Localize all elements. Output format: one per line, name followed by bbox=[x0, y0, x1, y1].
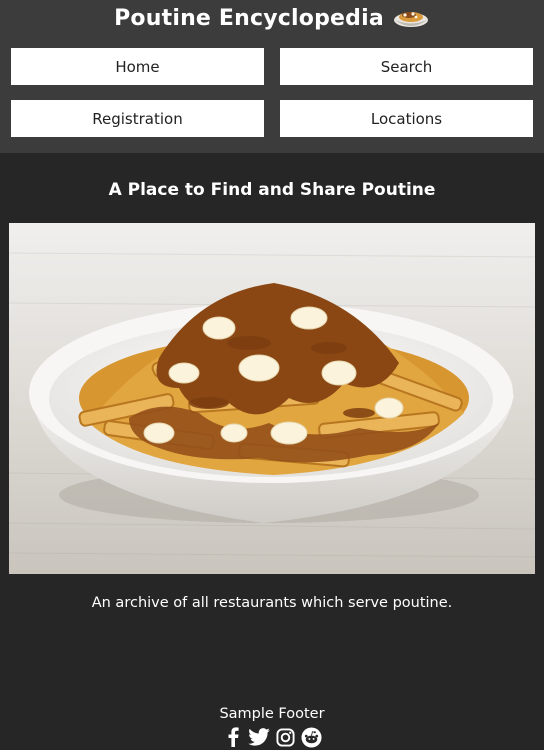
reddit-icon[interactable] bbox=[300, 726, 322, 748]
page-tagline: A Place to Find and Share Poutine bbox=[108, 180, 436, 200]
nav-home-button[interactable]: Home bbox=[11, 48, 264, 85]
site-title: Poutine Encyclopedia bbox=[0, 2, 544, 34]
page-description: An archive of all restaurants which serv… bbox=[91, 595, 453, 611]
poutine-bowl-icon bbox=[392, 5, 430, 31]
nav-registration-button[interactable]: Registration bbox=[11, 100, 264, 137]
poutine-hero-image bbox=[9, 223, 535, 574]
site-header: Poutine Encyclopedia Home Search Registr… bbox=[0, 0, 544, 153]
twitter-icon[interactable] bbox=[248, 726, 270, 748]
footer-text: Sample Footer bbox=[219, 706, 325, 722]
site-title-text: Poutine Encyclopedia bbox=[114, 5, 384, 31]
nav-locations-button[interactable]: Locations bbox=[280, 100, 533, 137]
social-links bbox=[0, 726, 544, 748]
facebook-icon[interactable] bbox=[222, 726, 244, 748]
nav-search-button[interactable]: Search bbox=[280, 48, 533, 85]
instagram-icon[interactable] bbox=[274, 726, 296, 748]
